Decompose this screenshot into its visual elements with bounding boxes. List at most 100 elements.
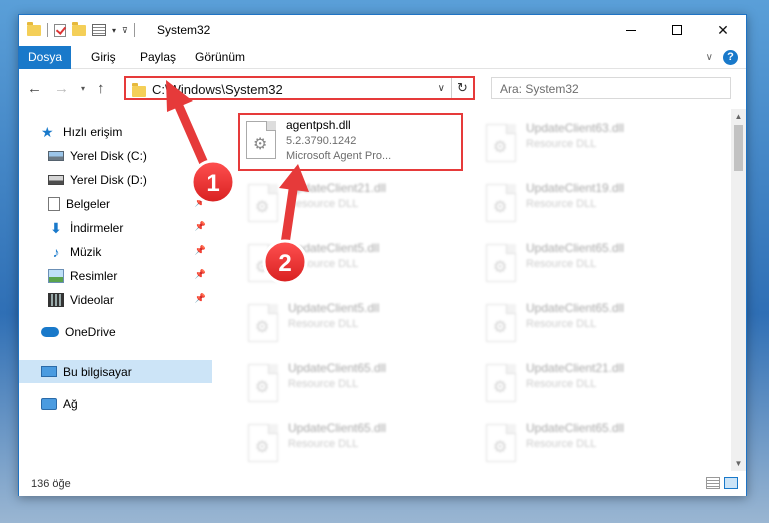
expand-ribbon-icon[interactable]: ∨ xyxy=(706,52,713,63)
sidebar-item-label: OneDrive xyxy=(65,324,116,339)
chevron-down-icon[interactable]: ∨ xyxy=(438,83,445,94)
dll-file-icon xyxy=(248,424,278,462)
file-type: Resource DLL xyxy=(526,318,597,330)
details-view-icon[interactable] xyxy=(706,477,720,489)
scrollbar-thumb[interactable] xyxy=(734,125,743,171)
address-path[interactable]: C:\Windows\System32 xyxy=(152,82,283,97)
vertical-scrollbar[interactable]: ▲ ▼ xyxy=(731,109,746,471)
dll-file-icon xyxy=(248,304,278,342)
sidebar-item-videos[interactable]: Videolar 📌 xyxy=(19,288,212,311)
navigation-pane: ★ Hızlı erişim Yerel Disk (C:) Yerel Dis… xyxy=(19,109,212,471)
sidebar-item-label: Bu bilgisayar xyxy=(63,364,132,379)
file-tile[interactable]: UpdateClient65.dll Resource DLL xyxy=(478,416,703,471)
tab-view[interactable]: Görünüm xyxy=(195,46,245,69)
file-name: UpdateClient65.dll xyxy=(526,301,625,315)
sidebar-item-quick-access[interactable]: ★ Hızlı erişim xyxy=(19,120,212,143)
sidebar-item-network[interactable]: Ağ xyxy=(19,392,212,415)
file-tile[interactable]: UpdateClient21.dll Resource DLL xyxy=(240,176,465,234)
ribbon-tabs: Dosya Giriş Paylaş Görünüm ∨ ? xyxy=(19,46,746,69)
recent-locations-chevron-icon[interactable]: ▾ xyxy=(81,84,85,93)
scroll-up-icon[interactable]: ▲ xyxy=(731,109,746,124)
pin-icon[interactable]: 📌 xyxy=(195,221,206,232)
maximize-button[interactable] xyxy=(654,15,700,45)
sidebar-item-label: Videolar xyxy=(70,292,114,307)
address-bar[interactable]: C:\Windows\System32 ∨ ↻ xyxy=(124,76,475,100)
dll-file-icon xyxy=(486,364,516,402)
file-name: UpdateClient5.dll xyxy=(288,301,380,315)
dll-file-icon xyxy=(486,124,516,162)
forward-arrow-icon[interactable]: → xyxy=(54,80,69,97)
search-input[interactable]: Ara: System32 xyxy=(491,77,731,99)
drive-icon xyxy=(48,174,64,185)
divider xyxy=(47,23,48,37)
sidebar-item-documents[interactable]: Belgeler 📌 xyxy=(19,192,212,215)
pin-icon[interactable]: 📌 xyxy=(195,293,206,304)
pictures-icon xyxy=(48,268,64,283)
file-type: Resource DLL xyxy=(288,318,359,330)
file-name: agentpsh.dll xyxy=(286,118,351,132)
sidebar-item-music[interactable]: ♪ Müzik 📌 xyxy=(19,240,212,263)
dll-file-icon xyxy=(248,244,278,282)
file-tile-agentpsh[interactable]: agentpsh.dll 5.2.3790.1242 Microsoft Age… xyxy=(238,113,463,171)
file-tile[interactable]: UpdateClient21.dll Resource DLL xyxy=(478,356,703,414)
dll-file-icon xyxy=(486,424,516,462)
file-type: Resource DLL xyxy=(288,198,359,210)
file-name: UpdateClient65.dll xyxy=(526,421,625,435)
pin-icon[interactable]: 📌 xyxy=(195,245,206,256)
file-tile[interactable]: UpdateClient63.dll Resource DLL xyxy=(478,116,703,174)
sidebar-item-this-pc[interactable]: Bu bilgisayar xyxy=(19,360,212,383)
file-type: Resource DLL xyxy=(288,438,359,450)
scroll-down-icon[interactable]: ▼ xyxy=(731,456,746,471)
tab-home[interactable]: Giriş xyxy=(91,46,116,69)
title-bar: ▾ ⊽ System32 ✕ xyxy=(19,15,746,46)
file-tile[interactable]: UpdateClient65.dll Resource DLL xyxy=(240,356,465,414)
file-type: Resource DLL xyxy=(526,378,597,390)
sidebar-item-local-disk-d[interactable]: Yerel Disk (D:) xyxy=(19,168,212,191)
back-arrow-icon[interactable]: ← xyxy=(27,80,42,97)
sidebar-item-downloads[interactable]: ⬇ İndirmeler 📌 xyxy=(19,216,212,239)
view-options-icon[interactable] xyxy=(92,24,106,36)
sidebar-item-local-disk-c[interactable]: Yerel Disk (C:) xyxy=(19,144,212,167)
properties-check-icon[interactable] xyxy=(54,23,66,37)
new-folder-icon[interactable] xyxy=(72,21,86,36)
file-type: Resource DLL xyxy=(526,258,597,270)
file-tile[interactable]: UpdateClient19.dll Resource DLL xyxy=(478,176,703,234)
sidebar-item-label: Müzik xyxy=(70,244,102,259)
documents-icon xyxy=(48,196,60,211)
file-tile[interactable]: UpdateClient65.dll Resource DLL xyxy=(240,416,465,471)
up-arrow-icon[interactable]: ↑ xyxy=(97,80,105,97)
file-tile[interactable]: UpdateClient5.dll Resource DLL xyxy=(240,296,465,354)
sidebar-item-label: Ağ xyxy=(63,396,78,411)
file-list: agentpsh.dll 5.2.3790.1242 Microsoft Age… xyxy=(212,109,733,471)
help-icon[interactable]: ? xyxy=(723,50,738,65)
large-icons-view-icon[interactable] xyxy=(724,477,738,489)
dll-file-icon xyxy=(248,184,278,222)
status-bar: 136 öğe xyxy=(19,471,746,496)
sidebar-item-pictures[interactable]: Resimler 📌 xyxy=(19,264,212,287)
file-tile[interactable]: UpdateClient5.dll Resource DLL xyxy=(240,236,465,294)
sidebar-item-onedrive[interactable]: OneDrive xyxy=(19,320,212,343)
dll-file-icon xyxy=(486,244,516,282)
file-tile[interactable]: UpdateClient65.dll Resource DLL xyxy=(478,236,703,294)
close-button[interactable]: ✕ xyxy=(700,15,746,45)
item-count: 136 öğe xyxy=(31,478,71,490)
chevron-down-icon[interactable]: ▾ xyxy=(112,26,116,35)
dll-file-icon xyxy=(246,121,276,159)
file-description: Microsoft Agent Pro... xyxy=(286,150,392,162)
file-name: UpdateClient19.dll xyxy=(526,181,625,195)
file-type: Resource DLL xyxy=(526,138,597,150)
minimize-button[interactable] xyxy=(608,15,654,45)
file-tile[interactable]: UpdateClient65.dll Resource DLL xyxy=(478,296,703,354)
customize-toolbar-icon[interactable]: ⊽ xyxy=(122,26,128,35)
pin-icon[interactable]: 📌 xyxy=(195,269,206,280)
search-placeholder: Ara: System32 xyxy=(500,82,579,96)
sidebar-item-label: İndirmeler xyxy=(70,220,124,235)
tab-share[interactable]: Paylaş xyxy=(140,46,176,69)
file-name: UpdateClient5.dll xyxy=(288,241,380,255)
refresh-icon[interactable]: ↻ xyxy=(451,78,473,98)
tab-file[interactable]: Dosya xyxy=(19,46,71,69)
pin-icon[interactable]: 📌 xyxy=(195,197,206,208)
window-title: System32 xyxy=(157,23,211,37)
sidebar-item-label: Yerel Disk (D:) xyxy=(70,172,147,187)
sidebar-item-label: Hızlı erişim xyxy=(63,124,123,139)
